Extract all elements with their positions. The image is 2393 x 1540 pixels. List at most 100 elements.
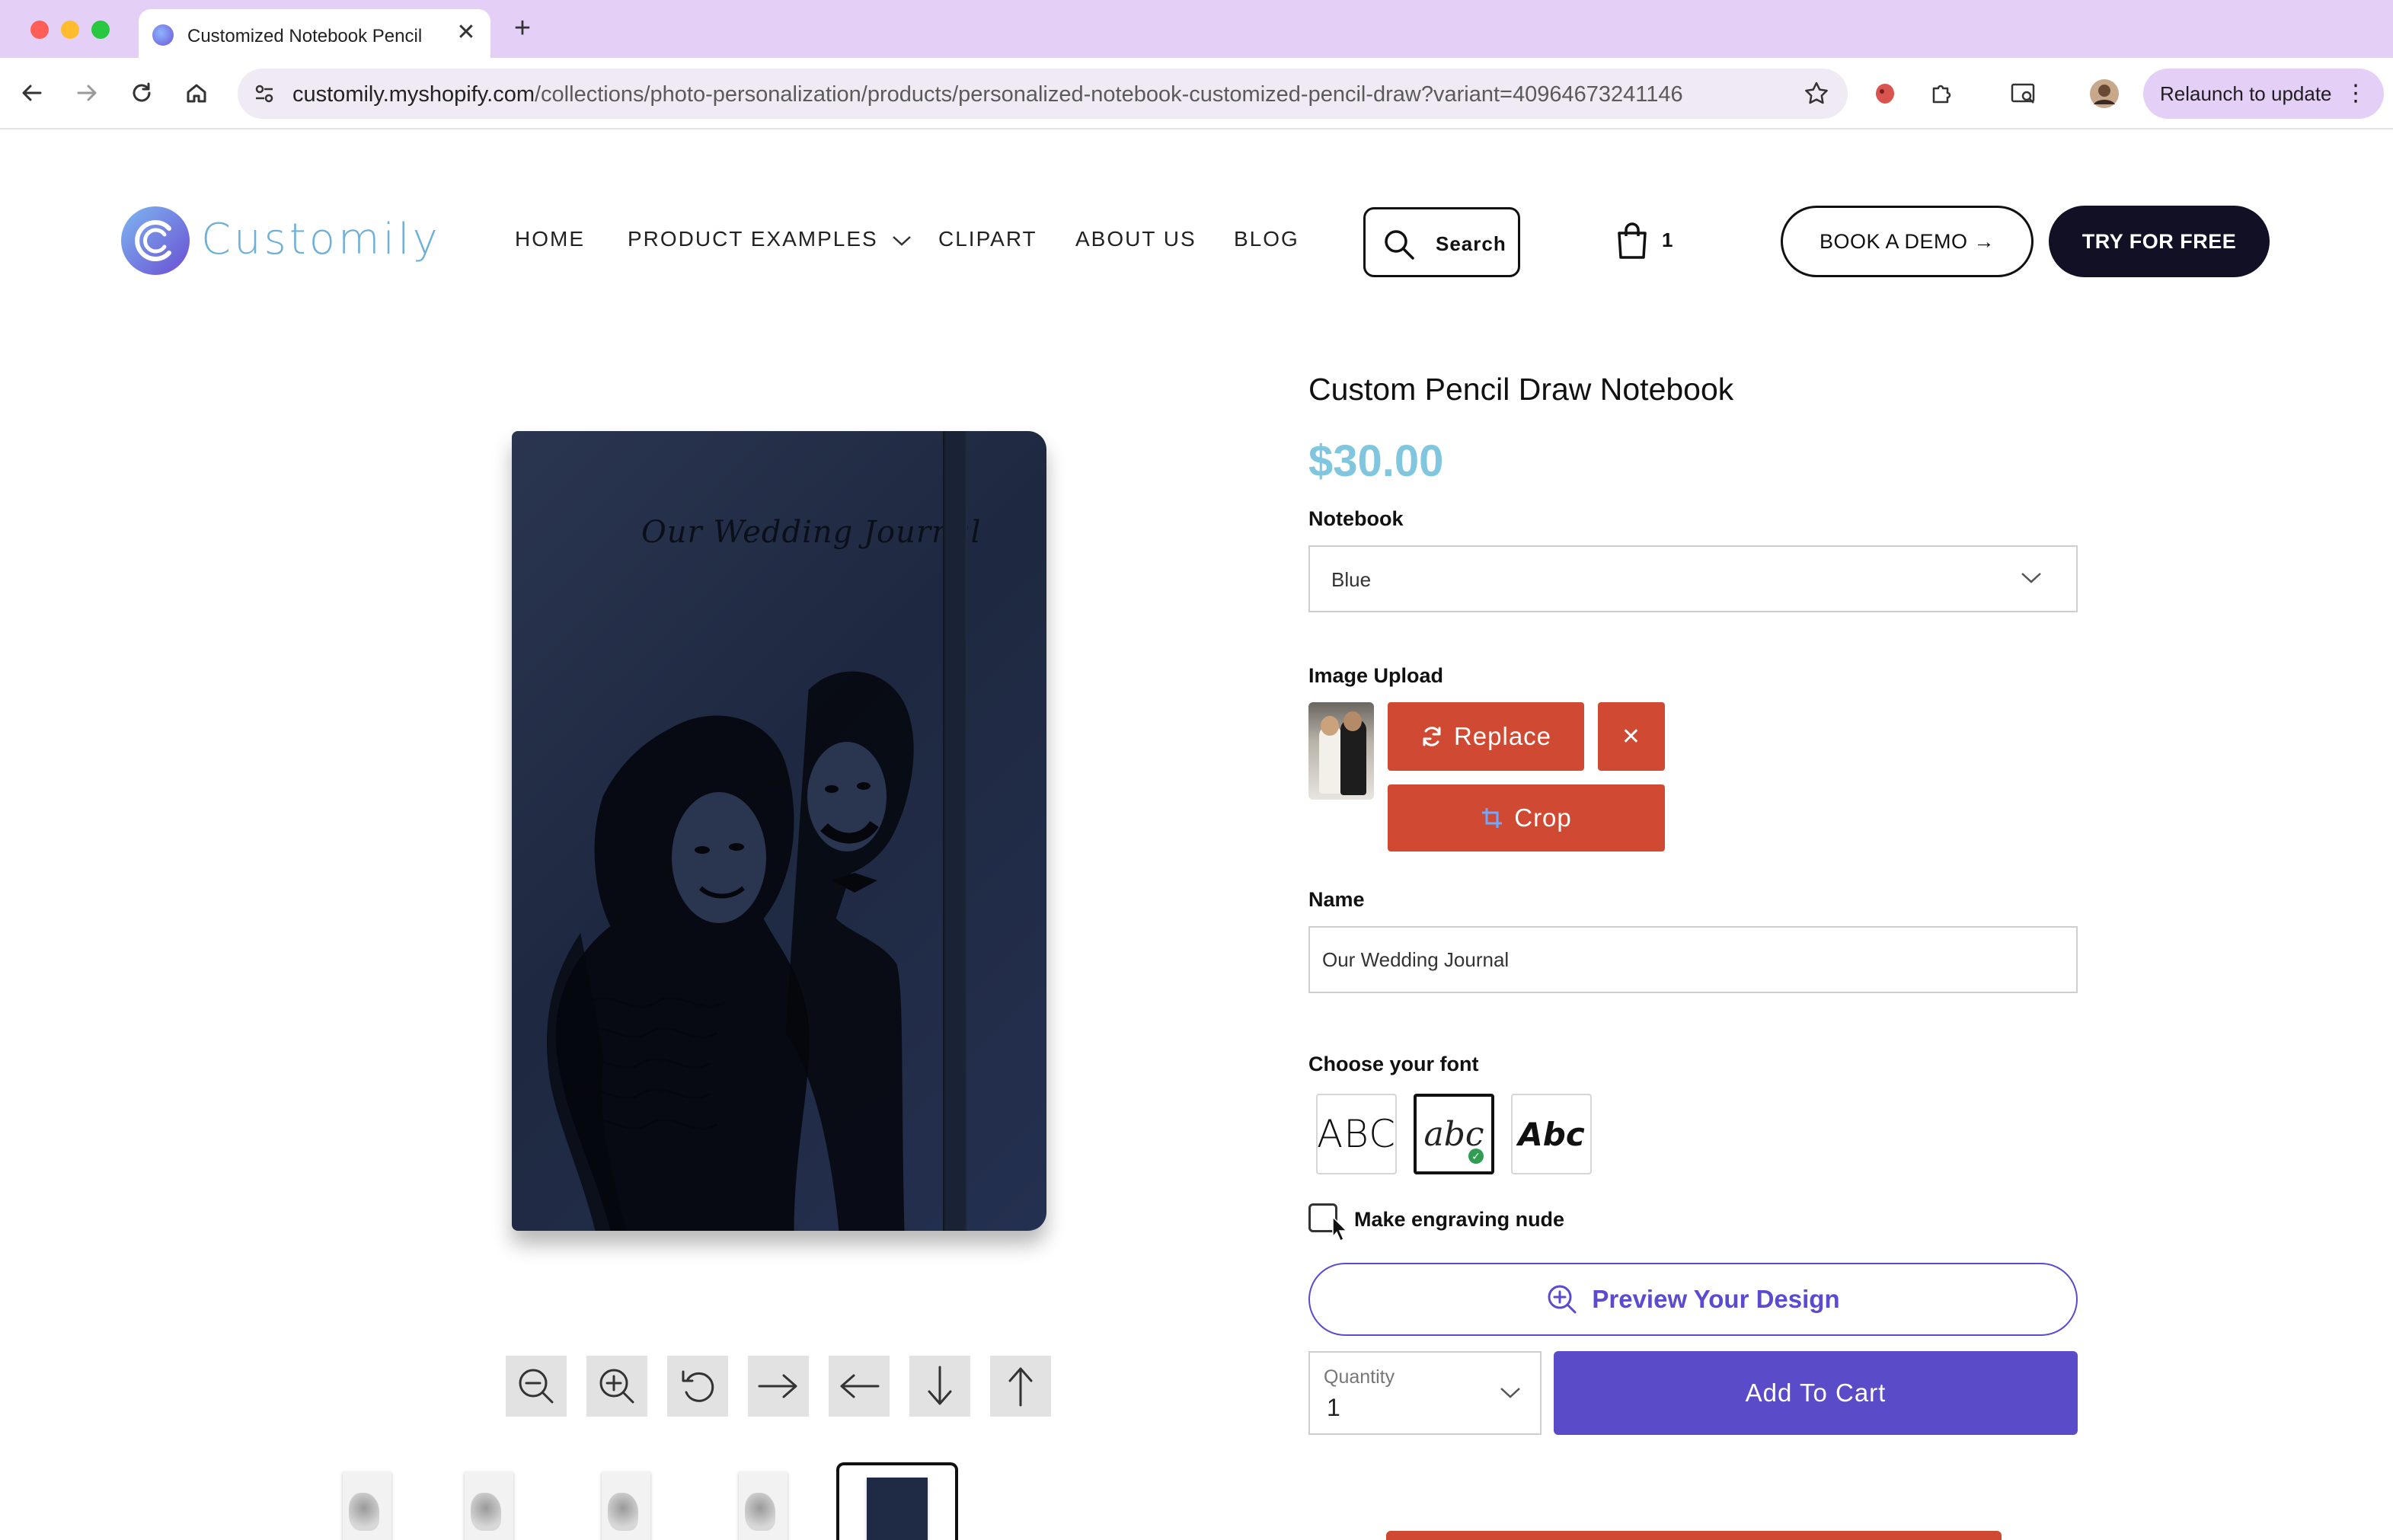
product-title: Custom Pencil Draw Notebook [1308,372,1734,407]
logo-wordmark[interactable]: Customily [201,215,441,264]
quantity-value: 1 [1327,1394,1340,1421]
home-icon[interactable] [178,75,215,111]
product-price: $30.00 [1308,436,1444,486]
shopping-bag-icon[interactable] [1613,221,1651,260]
arrow-left-icon [840,1374,880,1398]
close-window-button[interactable] [30,21,49,39]
url-path: /collections/photo-personalization/produ… [535,82,1683,107]
search-label: Search [1436,232,1506,255]
notebook-engraved-name: Our Wedding Journal [641,515,982,550]
browser-toolbar: customily.myshopify.com/collections/phot… [0,58,2393,129]
zoom-out-button[interactable] [506,1356,567,1417]
quantity-select[interactable]: Quantity 1 [1308,1351,1542,1435]
font-sample: abc [1423,1114,1484,1154]
mouse-cursor-icon [1332,1216,1348,1241]
move-left-button[interactable] [829,1356,890,1417]
choose-font-label: Choose your font [1308,1053,1479,1075]
thumbnail-figure [1343,711,1362,731]
browser-tab-bar: Customized Notebook Pencil ✕ + [0,0,2393,58]
font-option-block[interactable]: ABC [1316,1094,1397,1174]
zoom-out-icon [519,1369,554,1404]
tab-search-icon[interactable] [2008,78,2040,110]
name-input[interactable] [1308,926,2078,993]
crop-image-button[interactable]: Crop [1388,784,1665,851]
product-thumbnail[interactable] [719,1462,798,1540]
bookmark-star-icon[interactable] [1802,79,1831,108]
notebook-label: Notebook [1308,507,1404,530]
notebook-color-select[interactable]: Blue [1308,545,2078,612]
browser-menu-icon[interactable]: ⋮ [2344,69,2367,119]
try-for-free-button[interactable]: TRY FOR FREE [2049,206,2270,277]
product-thumbnail-selected[interactable] [836,1462,958,1540]
new-tab-button[interactable]: + [507,14,538,44]
minimize-window-button[interactable] [61,21,79,39]
buy-now-button-partial[interactable] [1386,1531,2002,1540]
tab-close-icon[interactable]: ✕ [452,20,480,47]
nav-home[interactable]: HOME [515,227,585,251]
refresh-icon [1423,727,1441,746]
customily-favicon-icon [152,24,174,46]
nav-product-examples-label: PRODUCT EXAMPLES [628,227,878,251]
notebook-elastic-band [943,431,967,1231]
product-thumbnail[interactable] [582,1462,661,1540]
pencil-portrait-engraving [546,671,914,1231]
extensions-puzzle-icon[interactable] [1925,78,1957,110]
move-up-button[interactable] [990,1356,1051,1417]
preview-label: Preview Your Design [1592,1285,1840,1313]
add-to-cart-button[interactable]: Add To Cart [1554,1351,2078,1435]
crop-icon [1482,808,1503,828]
url-host: customily.myshopify.com [292,82,535,107]
address-bar[interactable]: customily.myshopify.com/collections/phot… [238,69,1848,119]
maximize-window-button[interactable] [91,21,110,39]
move-right-button[interactable] [748,1356,809,1417]
remove-image-button[interactable]: ✕ [1598,702,1665,771]
search-icon [1385,230,1414,260]
thumbnail-drawing [471,1493,501,1531]
nav-about-us[interactable]: ABOUT US [1075,227,1196,251]
zoom-in-button[interactable] [586,1356,647,1417]
make-engraving-nude-label[interactable]: Make engraving nude [1354,1208,1564,1232]
nav-clipart[interactable]: CLIPART [938,227,1037,251]
url-text: customily.myshopify.com/collections/phot… [292,82,1683,107]
product-preview-image: Our Wedding Journal [512,431,1046,1231]
chevron-down-icon [1500,1388,1520,1398]
crop-label: Crop [1514,804,1572,832]
chevron-down-icon [2021,573,2041,583]
product-thumbnail[interactable] [323,1462,402,1540]
nav-product-examples[interactable]: PRODUCT EXAMPLES [628,227,912,251]
extension-red-icon[interactable] [1869,78,1901,110]
browser-tab[interactable]: Customized Notebook Pencil ✕ [139,9,490,58]
font-sample: ABC [1317,1112,1396,1156]
replace-label: Replace [1453,722,1552,750]
reload-icon[interactable] [123,75,160,111]
search-button[interactable]: Search [1363,207,1520,277]
quantity-label: Quantity [1324,1366,1395,1388]
profile-avatar[interactable] [2088,78,2120,110]
uploaded-photo-thumbnail [1308,702,1374,800]
product-thumbnail[interactable] [445,1462,524,1540]
notebook-color-value: Blue [1331,568,1372,591]
cart-count-badge: 1 [1662,228,1673,251]
zoom-in-icon [599,1369,634,1404]
relaunch-to-update-button[interactable]: Relaunch to update ⋮ [2143,69,2384,119]
font-option-bold[interactable]: Abc [1511,1094,1592,1174]
preview-design-button[interactable]: Preview Your Design [1308,1263,2078,1336]
name-label: Name [1308,888,1365,911]
site-settings-icon[interactable] [251,81,277,107]
book-a-demo-button[interactable]: BOOK A DEMO → [1781,206,2034,277]
rotate-icon [682,1370,714,1402]
customily-logo-icon[interactable] [120,206,190,276]
tab-title: Customized Notebook Pencil [187,26,423,46]
font-option-script[interactable]: abc ✓ [1414,1094,1494,1174]
move-down-button[interactable] [909,1356,970,1417]
selected-check-icon: ✓ [1468,1149,1484,1164]
thumbnail-drawing [608,1493,638,1531]
nav-blog[interactable]: BLOG [1234,227,1299,251]
font-sample: Abc [1518,1115,1585,1153]
rotate-button[interactable] [667,1356,728,1417]
replace-image-button[interactable]: Replace [1388,702,1584,771]
back-arrow-icon[interactable] [14,75,50,111]
forward-arrow-icon[interactable] [69,75,105,111]
relaunch-label: Relaunch to update [2160,82,2332,105]
image-upload-label: Image Upload [1308,664,1444,687]
